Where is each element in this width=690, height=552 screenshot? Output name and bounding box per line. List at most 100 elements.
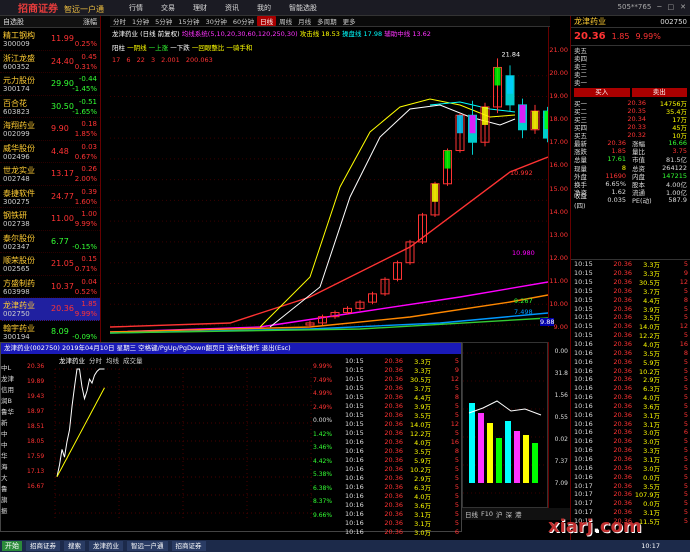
watchlist-row[interactable]: 世龙实业 002748 13.17 0.26 2.00% bbox=[0, 163, 100, 186]
menu-item-finance[interactable]: 理财 bbox=[184, 3, 216, 13]
tick-count: 5 bbox=[683, 366, 688, 375]
watchlist-stock-code: 300194 bbox=[3, 332, 30, 341]
bid-book: 买一 20.36 14756万 买二 20.35 35.4万 买三 20.34 17万 买四 20.… bbox=[571, 99, 690, 140]
tab-sh[interactable]: 沪 bbox=[496, 509, 503, 519]
taskbar-item-4[interactable]: 招商证券 bbox=[171, 541, 206, 551]
mini-right-axis-label: 9.99% bbox=[313, 363, 333, 370]
mini-tick-count: 5 bbox=[454, 491, 459, 500]
watchlist-row[interactable]: 威华股份 002496 4.48 0.03 0.67% bbox=[0, 141, 100, 163]
tick-list[interactable]: 10:15 20.36 3.3万 5 10:15 20.36 3.3万 9 10:15 20.36… bbox=[571, 259, 690, 526]
tick-count: 5 bbox=[683, 384, 688, 393]
tab-f10[interactable]: F10 bbox=[481, 510, 493, 518]
high-price-annotation: 21.84 bbox=[502, 50, 521, 58]
taskbar-item-1[interactable]: 搜索 bbox=[64, 541, 85, 551]
account-label[interactable]: 505**765 bbox=[618, 3, 652, 11]
taskbar-item-0[interactable]: 招商证券 bbox=[26, 541, 60, 551]
mini-left-axis-label: 18.05 bbox=[27, 438, 45, 445]
watchlist-row[interactable]: 泰捷软件 300275 24.77 0.39 1.60% bbox=[0, 186, 100, 208]
watchlist-stock-code: 002565 bbox=[3, 265, 30, 273]
tab-sz[interactable]: 深 bbox=[506, 509, 513, 519]
watchlist-row[interactable]: 龙津药业 002750 20.36 1.85 9.99% bbox=[0, 298, 100, 321]
period-tab[interactable]: 30分钟 bbox=[203, 16, 230, 26]
menu-item-news[interactable]: 资讯 bbox=[216, 3, 248, 13]
watchlist-row[interactable]: 百合花 603823 30.50 -0.51 -1.65% bbox=[0, 96, 100, 118]
stat-label: 收益(四) bbox=[574, 192, 587, 211]
maximize-button[interactable]: □ bbox=[668, 3, 675, 11]
indicator-chart[interactable] bbox=[462, 342, 548, 508]
watchlist-row[interactable]: 元力股份 300174 29.90 -0.44 -1.45% bbox=[0, 73, 100, 96]
period-tab[interactable]: 月线 bbox=[295, 16, 314, 26]
intraday-mini-chart[interactable] bbox=[25, 361, 325, 529]
mini-tick-time: 10:15 bbox=[345, 356, 364, 365]
ask-book: 卖五 卖四 卖三 卖二 卖一 bbox=[571, 46, 690, 87]
tick-row: 10:17 20.36 3.5万 5 bbox=[571, 481, 690, 491]
mini-tick-price: 20.36 bbox=[384, 401, 403, 410]
period-tab[interactable]: 5分钟 bbox=[152, 16, 175, 26]
period-tab[interactable]: 周线 bbox=[276, 16, 295, 26]
watchlist-row[interactable]: 方盛制药 603998 10.37 0.04 0.52% bbox=[0, 276, 100, 298]
pattern-value-4: 2.001 bbox=[161, 56, 180, 64]
tick-row: 10:15 20.36 3.3万 9 bbox=[571, 269, 690, 278]
tick-count: 5 bbox=[683, 499, 688, 508]
quote-header: 龙津药业 002750 bbox=[571, 16, 690, 28]
mini-window-title[interactable]: 龙津药业(002750) 2019年04月10日 星期三 空格键/PgUp/Pg… bbox=[1, 343, 461, 354]
watchlist-row[interactable]: 顺荣股份 002565 21.05 0.15 0.71% bbox=[0, 253, 100, 276]
indicator-bar bbox=[505, 421, 511, 483]
buy-button[interactable]: 买入 bbox=[574, 88, 630, 97]
tick-row: 10:16 20.36 10.2万 5 bbox=[571, 366, 690, 376]
tab-daily[interactable]: 日线 bbox=[465, 509, 478, 519]
period-tab[interactable]: 15分钟 bbox=[175, 16, 202, 26]
price-axis-label: 11.00 bbox=[549, 276, 568, 285]
watchlist-title[interactable]: 自选股 bbox=[3, 17, 24, 27]
taskbar-item-2[interactable]: 龙津药业 bbox=[89, 541, 123, 551]
period-tab[interactable]: 1分钟 bbox=[129, 16, 152, 26]
side-label: 鲁 bbox=[1, 485, 8, 493]
tick-time: 10:16 bbox=[574, 357, 593, 366]
watchlist-stock-pct: -1.65% bbox=[72, 107, 97, 116]
period-tab[interactable]: 更多 bbox=[340, 16, 359, 26]
period-tab[interactable]: 分时 bbox=[110, 16, 129, 26]
close-button[interactable]: ✕ bbox=[680, 3, 686, 11]
pattern-4: 一回眼整比 bbox=[191, 44, 225, 52]
watchlist-stock-code: 002750 bbox=[3, 310, 30, 318]
side-label: 润B bbox=[1, 397, 12, 405]
mini-tick-count: 16 bbox=[450, 437, 459, 446]
start-button[interactable]: 开始 bbox=[2, 541, 22, 551]
minimize-button[interactable]: ─ bbox=[657, 3, 661, 11]
watchlist-row[interactable]: 浙江龙盛 600352 24.40 0.45 0.31% bbox=[0, 51, 100, 73]
pattern-value-2: 22 bbox=[136, 56, 145, 64]
period-tab[interactable]: 日线 bbox=[257, 16, 277, 26]
tray-clock[interactable]: 10:17 bbox=[641, 542, 660, 550]
tick-price: 20.36 bbox=[613, 446, 632, 455]
mini-right-axis-label: 4.42% bbox=[313, 457, 333, 465]
watchlist-sort-label[interactable]: 涨幅 bbox=[83, 17, 97, 27]
mini-tick-time: 10:16 bbox=[345, 509, 364, 518]
watchlist-row[interactable]: 海翔药业 002099 9.90 0.18 1.85% bbox=[0, 118, 100, 141]
period-tab[interactable]: 多周期 bbox=[314, 16, 340, 26]
period-tab[interactable]: 60分钟 bbox=[230, 16, 257, 26]
menu-item-quotes[interactable]: 行情 bbox=[120, 3, 152, 13]
side-label: 鲁华 bbox=[1, 408, 14, 416]
tick-price: 20.36 bbox=[613, 499, 632, 508]
price-axis-label: 20.00 bbox=[549, 69, 568, 78]
watchlist-row[interactable]: 泰尔股份 002347 6.77 -0.15% bbox=[0, 231, 100, 253]
mini-chart-window[interactable]: 龙津药业(002750) 2019年04月10日 星期三 空格键/PgUp/Pg… bbox=[0, 342, 462, 537]
mini-tick-count: 5 bbox=[454, 509, 459, 518]
indicator-bar bbox=[469, 403, 475, 483]
kline-chart[interactable]: 21.8410.99210.9809.2677.498买进 bbox=[110, 27, 548, 339]
tick-count: 6 bbox=[683, 428, 688, 437]
tick-price: 20.36 bbox=[613, 508, 632, 517]
ask-row[interactable]: 卖一 bbox=[571, 78, 690, 87]
watchlist-row[interactable]: 精工钢构 300009 11.99 0.25% bbox=[0, 28, 100, 51]
sell-button[interactable]: 卖出 bbox=[631, 88, 687, 97]
mini-tick-row: 10:15 20.36 4.4万 8 bbox=[342, 392, 462, 402]
menu-item-mine[interactable]: 我的 bbox=[248, 3, 280, 13]
watchlist-row[interactable]: 翰宇药业 300194 8.09 -0.09% bbox=[0, 321, 100, 343]
tab-hk[interactable]: 港 bbox=[515, 509, 522, 519]
menu-item-stock-picker[interactable]: 智能选股 bbox=[280, 3, 326, 13]
watchlist-row[interactable]: 钢铁研 002738 11.00 1.00 9.99% bbox=[0, 208, 100, 231]
taskbar-item-3[interactable]: 智远一户通 bbox=[127, 541, 168, 551]
watchlist-stock-pct: 9.99% bbox=[74, 310, 97, 318]
tick-time: 10:15 bbox=[574, 304, 593, 313]
menu-item-trade[interactable]: 交易 bbox=[152, 3, 184, 13]
